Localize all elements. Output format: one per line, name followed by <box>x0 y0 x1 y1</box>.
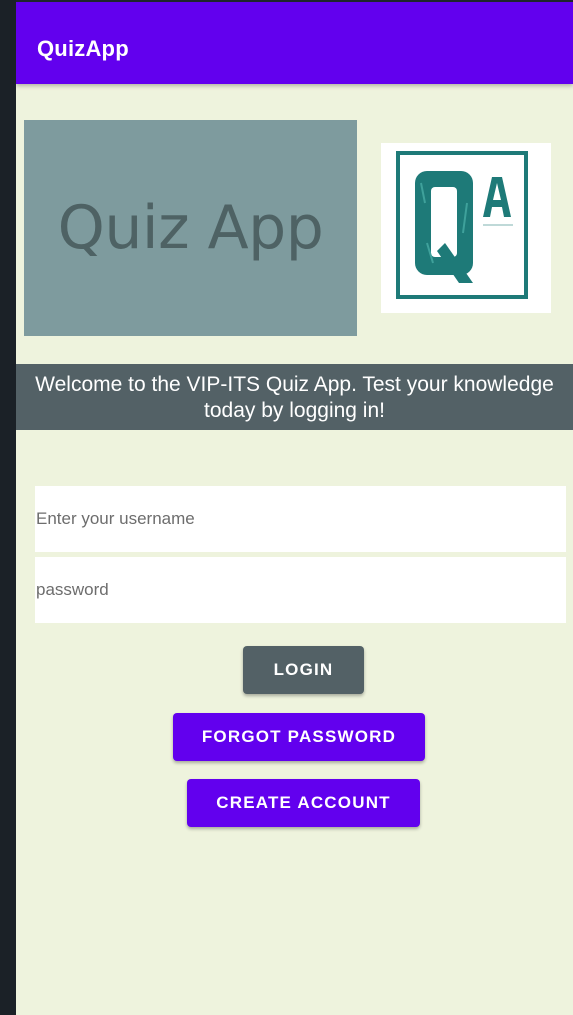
welcome-banner: Welcome to the VIP-ITS Quiz App. Test yo… <box>16 364 573 430</box>
app-bar: QuizApp <box>16 2 573 84</box>
forgot-password-button[interactable]: FORGOT PASSWORD <box>173 713 425 761</box>
app-screen: QuizApp Quiz App Welcome to the VIP-ITS … <box>16 2 573 1015</box>
device-bezel <box>0 0 16 1015</box>
hero-text: Quiz App <box>57 193 324 263</box>
qa-logo-icon <box>396 151 528 299</box>
hero-banner: Quiz App <box>24 120 357 336</box>
password-input[interactable] <box>35 557 566 623</box>
password-field[interactable] <box>35 557 566 623</box>
username-input[interactable] <box>35 486 566 552</box>
login-button[interactable]: LOGIN <box>243 646 364 694</box>
qa-logo <box>381 143 551 313</box>
username-field[interactable] <box>35 486 566 552</box>
app-title: QuizApp <box>37 36 129 61</box>
device-frame: QuizApp Quiz App Welcome to the VIP-ITS … <box>0 0 573 1015</box>
create-account-button[interactable]: CREATE ACCOUNT <box>187 779 420 827</box>
